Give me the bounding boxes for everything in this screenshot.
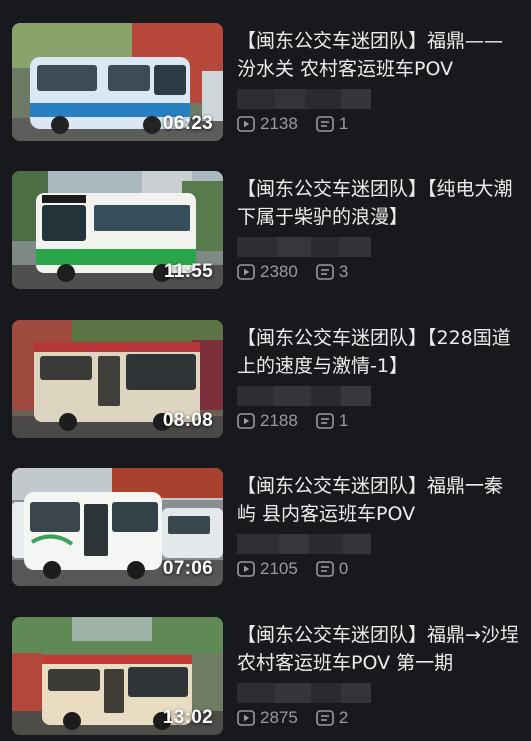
video-info: 【闽东公交车迷团队】福鼎→沙埕 农村客运班车POV 第一期 2875 2 [237, 621, 519, 729]
video-thumbnail[interactable]: 07:06 [12, 468, 223, 586]
comment-count-icon [316, 561, 334, 577]
play-count: 2138 [260, 114, 298, 133]
play-count: 2105 [260, 559, 298, 578]
video-stats: 2188 1 [237, 410, 519, 432]
video-info: 【闽东公交车迷团队】福鼎——汾水关 农村客运班车POV 2138 1 [237, 27, 519, 135]
video-duration: 08:08 [162, 410, 213, 431]
uploader-name-blurred [237, 683, 371, 703]
video-info: 【闽东公交车迷团队】【纯电大潮下属于柴驴的浪漫】 2380 3 [237, 175, 519, 283]
video-stats: 2875 2 [237, 707, 519, 729]
video-thumbnail[interactable]: 06:23 [12, 23, 223, 141]
video-stats: 2138 1 [237, 113, 519, 135]
video-title[interactable]: 【闽东公交车迷团队】福鼎——汾水关 农村客运班车POV [237, 27, 519, 83]
comment-count: 3 [338, 262, 349, 281]
video-title[interactable]: 【闽东公交车迷团队】福鼎一秦屿 县内客运班车POV [237, 472, 519, 528]
comment-count: 0 [338, 559, 349, 578]
uploader-name-blurred [237, 89, 371, 109]
video-info: 【闽东公交车迷团队】福鼎一秦屿 县内客运班车POV 2105 0 [237, 472, 519, 580]
video-title[interactable]: 【闽东公交车迷团队】【228国道上的速度与激情-1】 [237, 324, 519, 380]
uploader-name-blurred [237, 237, 371, 257]
play-count-icon [237, 413, 255, 429]
comment-count: 1 [338, 411, 349, 430]
video-title[interactable]: 【闽东公交车迷团队】【纯电大潮下属于柴驴的浪漫】 [237, 175, 519, 231]
comment-count-icon [316, 264, 334, 280]
video-info: 【闽东公交车迷团队】【228国道上的速度与激情-1】 2188 1 [237, 324, 519, 432]
video-duration: 06:23 [162, 113, 213, 134]
video-thumbnail[interactable]: 13:02 [12, 617, 223, 735]
video-item[interactable]: 13:02 【闽东公交车迷团队】福鼎→沙埕 农村客运班车POV 第一期 2875 [0, 617, 531, 735]
play-count-icon [237, 264, 255, 280]
play-count-icon [237, 116, 255, 132]
comment-count: 2 [338, 708, 349, 727]
uploader-name-blurred [237, 534, 371, 554]
play-count: 2875 [260, 708, 298, 727]
video-stats: 2380 3 [237, 261, 519, 283]
video-title[interactable]: 【闽东公交车迷团队】福鼎→沙埕 农村客运班车POV 第一期 [237, 621, 519, 677]
video-thumbnail[interactable]: 11:55 [12, 171, 223, 289]
video-item[interactable]: 06:23 【闽东公交车迷团队】福鼎——汾水关 农村客运班车POV 2138 1 [0, 23, 531, 141]
comment-count-icon [316, 413, 334, 429]
comment-count: 1 [338, 114, 349, 133]
comment-count-icon [316, 710, 334, 726]
play-count: 2380 [260, 262, 298, 281]
play-count-icon [237, 710, 255, 726]
video-duration: 11:55 [163, 261, 213, 282]
video-duration: 07:06 [162, 558, 213, 579]
video-stats: 2105 0 [237, 558, 519, 580]
comment-count-icon [316, 116, 334, 132]
video-duration: 13:02 [162, 707, 213, 728]
video-thumbnail[interactable]: 08:08 [12, 320, 223, 438]
play-count-icon [237, 561, 255, 577]
video-item[interactable]: 11:55 【闽东公交车迷团队】【纯电大潮下属于柴驴的浪漫】 2380 3 [0, 171, 531, 289]
uploader-name-blurred [237, 386, 371, 406]
video-item[interactable]: 07:06 【闽东公交车迷团队】福鼎一秦屿 县内客运班车POV 2105 0 [0, 468, 531, 586]
play-count: 2188 [260, 411, 298, 430]
video-item[interactable]: 08:08 【闽东公交车迷团队】【228国道上的速度与激情-1】 2188 1 [0, 320, 531, 438]
